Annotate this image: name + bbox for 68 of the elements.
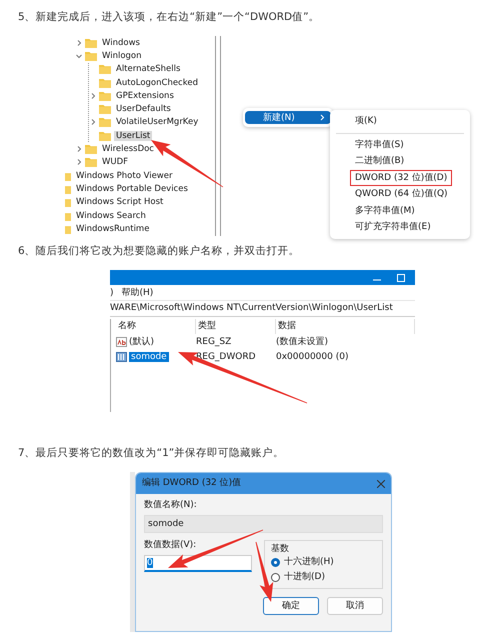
folder-icon xyxy=(99,130,111,141)
tree-item[interactable]: Windows Search xyxy=(74,210,148,220)
menu-item[interactable]: 多字符串值(M) xyxy=(350,202,420,219)
radio-label[interactable]: 十进制(D) xyxy=(284,572,325,583)
folder-icon xyxy=(99,78,111,88)
column-header[interactable]: 类型 xyxy=(196,319,276,334)
dialog-button[interactable]: 取消 xyxy=(327,597,383,615)
table-cell-text: (数值未设置) xyxy=(276,336,330,348)
radio-button[interactable] xyxy=(271,573,280,582)
column-header[interactable]: 数据 xyxy=(276,319,415,334)
tree-item[interactable]: UserList xyxy=(114,130,152,141)
tree-item[interactable]: Windows Photo Viewer xyxy=(74,170,174,181)
folder-icon xyxy=(85,144,97,154)
table-cell-text: 0x00000000 (0) xyxy=(276,352,350,362)
tree-item[interactable]: Windows Portable Devices xyxy=(74,184,190,194)
menu-item[interactable]: 字符串值(S) xyxy=(350,136,409,153)
column-header[interactable]: 名称 xyxy=(116,319,196,334)
tree-item[interactable]: Windows Script Host xyxy=(74,197,166,208)
radio-button[interactable] xyxy=(271,558,280,567)
input-field[interactable]: somode xyxy=(144,515,383,533)
tree-item[interactable]: WUDF xyxy=(100,157,130,168)
address-bar[interactable]: WARE\Microsoft\Windows NT\CurrentVersion\Winlogon\UserList xyxy=(110,301,415,317)
table-cell[interactable]: somode xyxy=(129,352,169,362)
folder-icon xyxy=(85,157,97,168)
folder-icon xyxy=(85,38,97,48)
folder-icon xyxy=(99,90,111,101)
folder-icon xyxy=(99,104,111,114)
chevron-right-icon[interactable] xyxy=(75,38,83,47)
dialog-title: 编辑 DWORD (32 位)值 xyxy=(142,478,242,489)
folder-icon xyxy=(85,50,97,61)
chevron-right-icon[interactable] xyxy=(89,118,97,126)
chevron-down-icon[interactable] xyxy=(75,52,83,60)
menu-item[interactable]: 新建(N) xyxy=(245,111,331,124)
menu-item[interactable]: ) xyxy=(110,288,114,298)
tree-item[interactable]: Windows xyxy=(100,38,142,48)
group-label: 基数 xyxy=(271,544,290,555)
maximize-icon[interactable] xyxy=(397,274,405,282)
menu-item[interactable]: 二进制值(B) xyxy=(350,153,410,170)
menu-item[interactable]: 帮助(H) xyxy=(122,286,154,299)
folder-icon xyxy=(99,117,111,128)
field-label: 数值数据(V): xyxy=(144,540,198,551)
input-field[interactable]: 0 xyxy=(144,555,252,572)
dialog-button[interactable]: 确定 xyxy=(263,597,319,615)
tree-item[interactable]: WindowsRuntime xyxy=(74,224,152,234)
step-text: 7、最后只要将它的数值改为“1”并保存即可隐藏账户。 xyxy=(17,446,286,460)
tree-item[interactable]: VolatileUserMgrKey xyxy=(114,117,200,128)
step-text: 5、新建完成后，进入该项，在右边“新建”一个“DWORD值”。 xyxy=(17,10,321,24)
close-icon[interactable] xyxy=(377,480,385,488)
table-cell[interactable]: (默认) xyxy=(129,335,154,348)
menu-item[interactable]: 可扩充字符串值(E) xyxy=(350,219,436,236)
tree-item[interactable]: GPExtensions xyxy=(114,90,176,101)
folder-icon xyxy=(99,64,111,74)
tree-item[interactable]: AlternateShells xyxy=(114,64,182,74)
field-label: 数值名称(N): xyxy=(144,500,198,511)
radio-label[interactable]: 十六进制(H) xyxy=(284,557,334,568)
table-cell-text: REG_SZ xyxy=(196,336,232,346)
menu-item[interactable]: QWORD (64 位)值(Q) xyxy=(350,186,453,202)
step-text: 6、随后我们将它改为想要隐藏的账户名称，并双击打开。 xyxy=(17,244,301,258)
chevron-right-icon[interactable] xyxy=(89,92,97,100)
menu-item[interactable]: 项(K) xyxy=(350,113,382,130)
tree-item[interactable]: WirelessDoc xyxy=(100,144,156,154)
table-cell-text: REG_DWORD xyxy=(196,352,257,362)
string-value-icon xyxy=(116,336,127,346)
binary-value-icon xyxy=(116,352,127,362)
tree-item[interactable]: Winlogon xyxy=(100,50,144,61)
tree-item[interactable]: UserDefaults xyxy=(114,104,173,114)
menu-item[interactable]: DWORD (32 位)值(D) xyxy=(350,170,452,186)
tree-item[interactable]: AutoLogonChecked xyxy=(114,78,200,88)
